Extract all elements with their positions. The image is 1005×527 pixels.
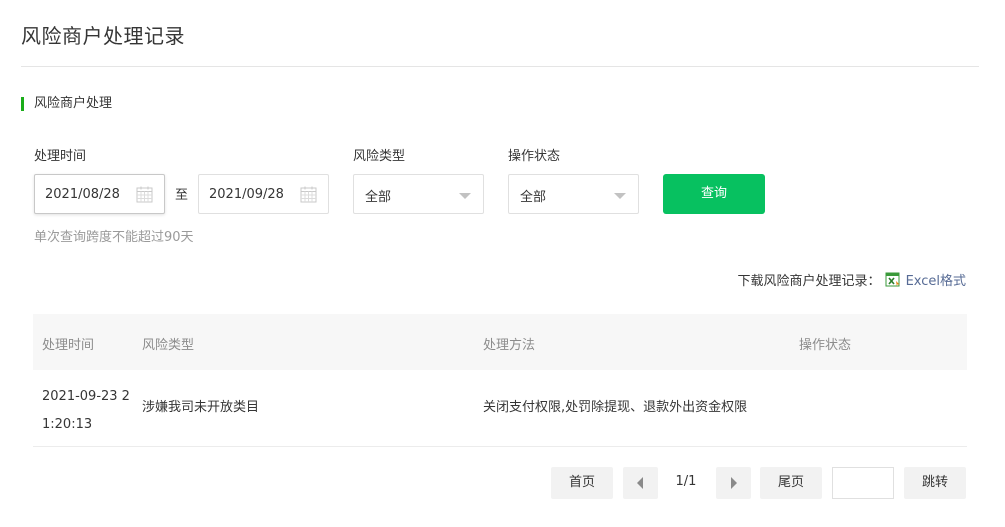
page-jump-input[interactable] <box>832 467 894 499</box>
download-label: 下载风险商户处理记录： <box>737 274 881 289</box>
end-date-input[interactable] <box>199 175 299 213</box>
download-row: 下载风险商户处理记录： Excel格式 <box>738 270 966 289</box>
query-button[interactable]: 查询 <box>663 174 765 214</box>
table-header: 处理时间 风险类型 处理方法 操作状态 <box>33 314 967 370</box>
time-label: 处理时间 <box>34 149 87 164</box>
start-date-field[interactable] <box>34 174 165 214</box>
dropdown-arrow-icon <box>614 193 626 199</box>
column-header-time: 处理时间 <box>42 338 95 353</box>
status-value: 全部 <box>520 190 547 205</box>
arrow-right-icon <box>731 477 737 489</box>
column-header-risk-type: 风险类型 <box>142 338 195 353</box>
cell-time: 2021-09-23 2 1:20:13 <box>42 386 130 436</box>
table-row: 2021-09-23 2 1:20:13 涉嫌我司未开放类目 关闭支付权限,处罚… <box>33 370 967 447</box>
cell-method: 关闭支付权限,处罚除提现、退款外出资金权限 <box>483 400 748 415</box>
risk-type-value: 全部 <box>365 190 392 205</box>
arrow-left-icon <box>637 477 643 489</box>
section-title-text: 风险商户处理 <box>34 96 113 111</box>
dropdown-arrow-icon <box>459 193 471 199</box>
section-accent-bar <box>21 97 24 111</box>
date-range-separator: 至 <box>175 188 189 203</box>
column-header-status: 操作状态 <box>799 338 852 353</box>
first-page-button[interactable]: 首页 <box>551 467 613 499</box>
column-header-method: 处理方法 <box>483 338 536 353</box>
cell-time-line2: 1:20:13 <box>42 417 93 432</box>
excel-icon[interactable] <box>885 272 901 288</box>
excel-download-link[interactable]: Excel格式 <box>906 270 966 289</box>
section-title: 风险商户处理 <box>21 96 112 112</box>
cell-risk-type: 涉嫌我司未开放类目 <box>142 400 260 415</box>
page-title: 风险商户处理记录 <box>21 24 185 48</box>
start-date-input[interactable] <box>35 175 135 213</box>
status-label: 操作状态 <box>508 149 561 164</box>
next-page-button[interactable] <box>716 467 751 499</box>
end-date-field[interactable] <box>198 174 329 214</box>
title-divider <box>21 66 979 67</box>
last-page-button[interactable]: 尾页 <box>760 467 822 499</box>
calendar-icon[interactable] <box>300 186 317 203</box>
risk-type-label: 风险类型 <box>353 149 406 164</box>
cell-time-line1: 2021-09-23 2 <box>42 389 130 404</box>
jump-button[interactable]: 跳转 <box>904 467 966 499</box>
prev-page-button[interactable] <box>623 467 658 499</box>
calendar-icon[interactable] <box>136 186 153 203</box>
risk-type-select[interactable]: 全部 <box>353 174 484 214</box>
query-range-hint: 单次查询跨度不能超过90天 <box>34 230 194 245</box>
page-indicator: 1/1 <box>675 474 697 489</box>
records-table: 处理时间 风险类型 处理方法 操作状态 2021-09-23 2 1:20:13… <box>33 314 967 447</box>
status-select[interactable]: 全部 <box>508 174 639 214</box>
